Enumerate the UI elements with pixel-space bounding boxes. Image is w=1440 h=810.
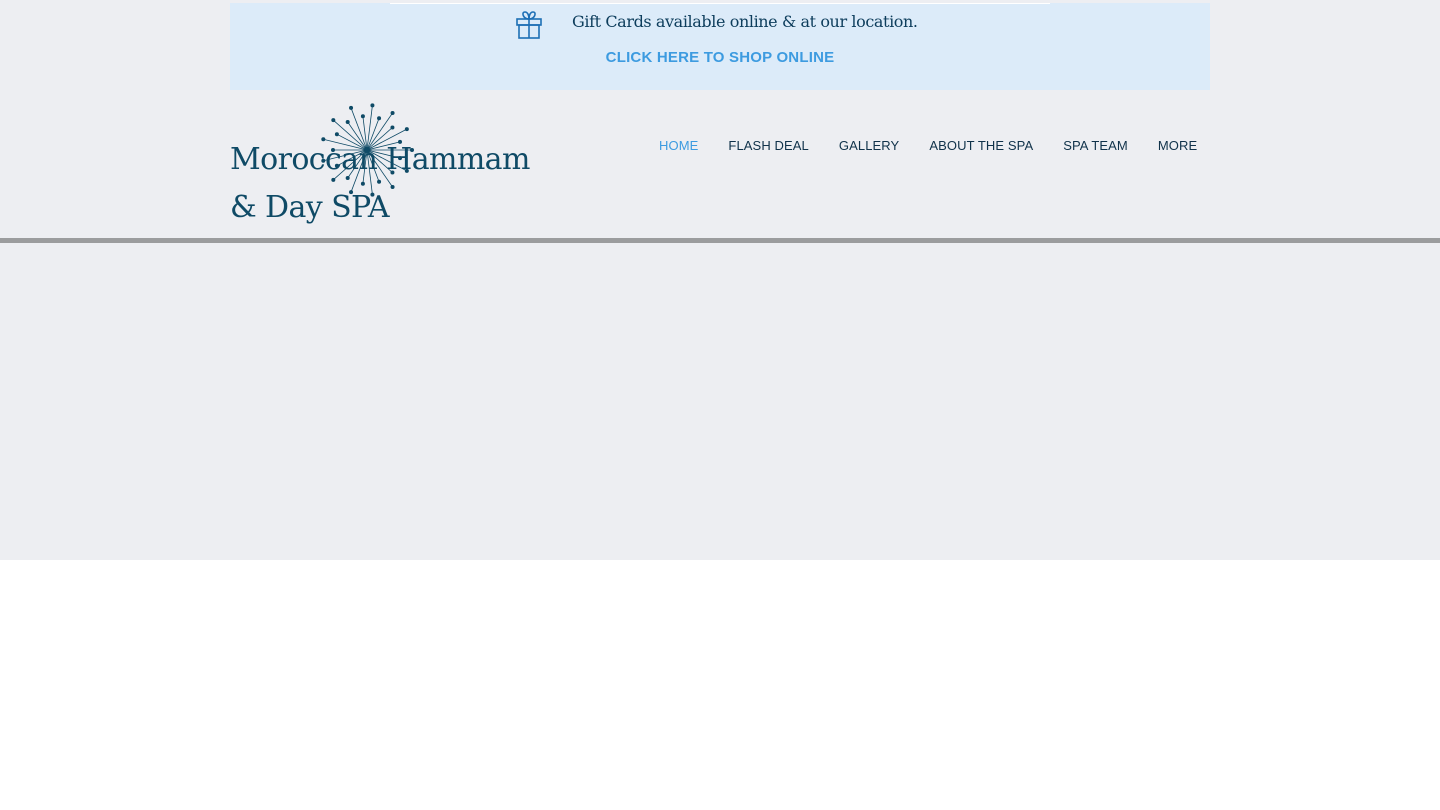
nav-item-about-the-spa[interactable]: ABOUT THE SPA <box>914 138 1048 153</box>
header-background: Gift Cards available online & at our loc… <box>0 0 1440 560</box>
logo-text-line1: Moroccan Hammam <box>230 142 530 177</box>
page-content-area <box>0 560 1440 810</box>
nav-item-more[interactable]: MORE <box>1143 138 1212 153</box>
gift-icon <box>513 7 545 39</box>
logo-text-line2: & Day SPA <box>230 190 390 225</box>
banner-top-line <box>390 3 1050 4</box>
gift-card-text: Gift Cards available online & at our loc… <box>572 12 918 31</box>
nav-item-home[interactable]: HOME <box>644 138 713 153</box>
nav-item-gallery[interactable]: GALLERY <box>824 138 914 153</box>
gift-card-banner: Gift Cards available online & at our loc… <box>230 3 1210 90</box>
main-nav: HOME FLASH DEAL GALLERY ABOUT THE SPA SP… <box>644 136 1212 154</box>
shop-online-link[interactable]: CLICK HERE TO SHOP ONLINE <box>230 49 1210 66</box>
header-divider <box>0 238 1440 243</box>
nav-item-flash-deal[interactable]: FLASH DEAL <box>713 138 823 153</box>
nav-item-spa-team[interactable]: SPA TEAM <box>1048 138 1143 153</box>
site-logo[interactable]: Moroccan Hammam & Day SPA <box>230 103 530 235</box>
